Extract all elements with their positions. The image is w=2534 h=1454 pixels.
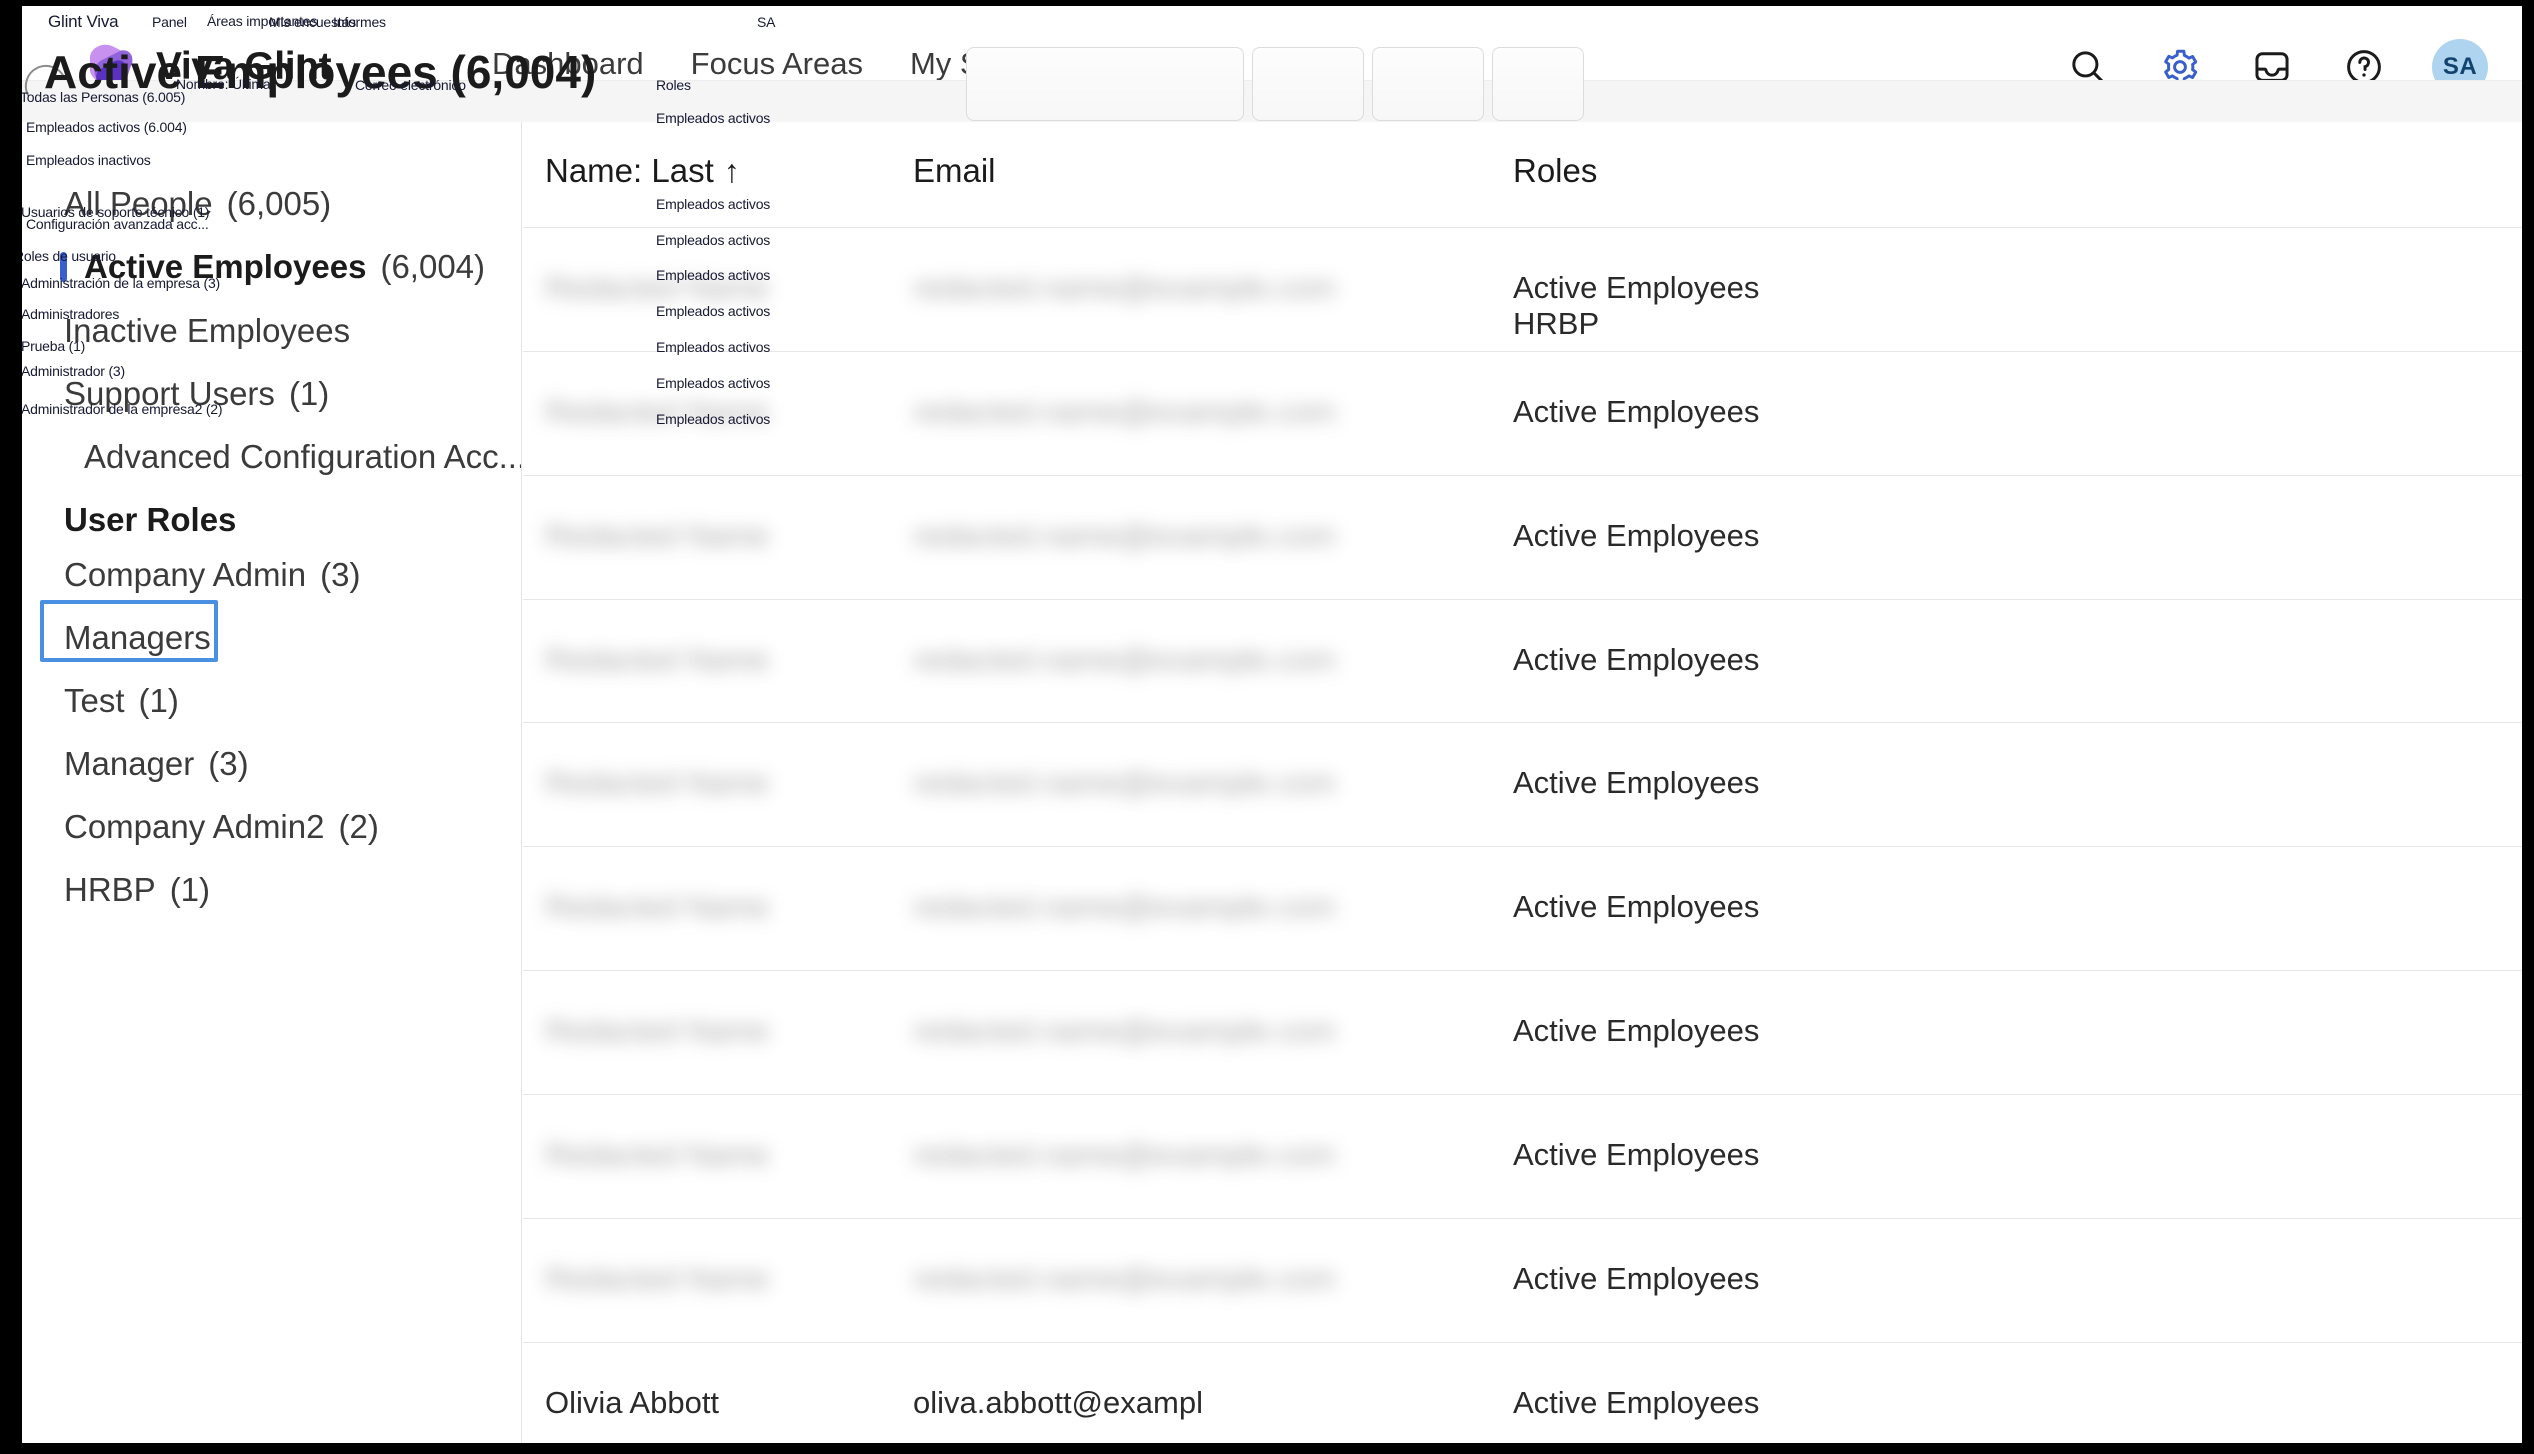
annotation-sidebar-8: Prueba (1) <box>22 338 86 354</box>
sidebar-item-label: Manager <box>64 745 195 782</box>
annotation-roles-cell-5: Empleados activos <box>656 339 771 355</box>
table-header-label: Name: Last <box>545 152 714 189</box>
cell-email: redacted.name@example.com <box>913 270 1336 305</box>
sidebar-item-managers[interactable]: Managers <box>22 612 521 664</box>
cell-name: Redacted Name <box>545 517 770 553</box>
annotation-roles-cell-7: Empleados activos <box>656 411 771 427</box>
table-header-roles[interactable]: Roles <box>1513 152 1597 190</box>
cell-roles: Active Employees <box>1513 765 1760 801</box>
annotation-nav-reports: Informes <box>333 14 386 30</box>
cell-name: Redacted Name <box>545 1260 770 1296</box>
annotation-sidebar-9: Administrador (3) <box>22 363 125 379</box>
cell-name: Redacted Name <box>545 889 770 925</box>
sidebar-item-advanced-configuration-acc[interactable]: Advanced Configuration Acc...(3) <box>22 431 522 483</box>
sidebar-item-label: Managers <box>64 619 211 656</box>
annotation-nav-dashboard: Panel <box>152 14 187 30</box>
annotation-sidebar-10: Administrador de la empresa2 (2) <box>22 401 223 417</box>
annotation-header-roles: Roles <box>656 77 691 93</box>
sidebar-item-company-admin2[interactable]: Company Admin2 (2) <box>22 801 521 853</box>
table-header-label: Email <box>913 152 996 189</box>
cell-roles: Active Employees <box>1513 1384 1760 1420</box>
table-header-label: Roles <box>1513 152 1598 189</box>
sidebar-item-label: Company Admin2 <box>64 808 325 845</box>
sort-asc-arrow-icon: ↑ <box>723 152 740 189</box>
more-actions-button[interactable] <box>1492 47 1584 121</box>
sidebar-item-hrbp[interactable]: HRBP (1) <box>22 864 521 916</box>
annotation-sidebar-7: Administradores <box>22 306 120 322</box>
cell-roles: HRBP <box>1513 306 1600 341</box>
annotation-roles-cell-0: Empleados activos <box>656 110 771 126</box>
table-header-name[interactable]: Name: Last ↑ <box>545 152 740 190</box>
annotation-header-email: Correo electrónico <box>355 77 466 93</box>
cell-name: Redacted Name <box>545 1013 770 1049</box>
cell-email: redacted.name@example.com <box>913 1013 1336 1049</box>
sidebar-item-label: Test <box>64 682 125 719</box>
cell-name: Redacted Name <box>545 641 770 677</box>
annotation-sidebar-6: Administración de la empresa (3) <box>22 275 221 291</box>
annotation-sidebar-2: Empleados inactivos <box>26 152 151 168</box>
cell-email: redacted.name@example.com <box>913 517 1336 553</box>
annotation-header-name: Nombre: Última <box>176 76 271 92</box>
annotation-roles-cell-3: Empleados activos <box>656 267 771 283</box>
cell-name: Redacted Name <box>545 1136 770 1172</box>
annotation-sidebar-1: Empleados activos (6.004) <box>26 119 187 135</box>
annotation-roles-cell-4: Empleados activos <box>656 303 771 319</box>
sidebar-item-manager[interactable]: Manager (3) <box>22 738 521 790</box>
sidebar-item-company-admin[interactable]: Company Admin (3) <box>22 549 521 601</box>
employee-table: Name: Last ↑ Email Roles Redacted Name redact… <box>523 122 2522 1443</box>
cell-email: redacted.name@example.com <box>913 1136 1336 1172</box>
cell-email: redacted.name@example.com <box>913 889 1336 925</box>
annotation-sidebar-4: Configuración avanzada acc... <box>26 216 209 232</box>
cell-roles: Active Employees <box>1513 270 1760 305</box>
screenshot-frame: Viva Glint Dashboard Focus Areas My Surv… <box>0 0 2534 1454</box>
sidebar-item-count: (3) <box>320 556 361 593</box>
sidebar-item-count: (1) <box>138 682 179 719</box>
sidebar-item-label: User Roles <box>64 501 237 538</box>
sidebar-item-user-roles[interactable]: User Roles <box>22 494 521 546</box>
cell-name: Redacted Name <box>545 765 770 801</box>
cell-roles: Active Employees <box>1513 889 1760 925</box>
cell-roles: Active Employees <box>1513 1260 1760 1296</box>
cell-email: redacted.name@example.com <box>913 1260 1336 1296</box>
viva-glint-app: Viva Glint Dashboard Focus Areas My Surv… <box>22 6 2522 1443</box>
annotation-sidebar-0: Todas las Personas (6.005) <box>22 89 186 105</box>
annotation-roles-cell-2: Empleados activos <box>656 232 771 248</box>
annotation-roles-cell-1: Empleados activos <box>656 196 771 212</box>
cell-email: redacted.name@example.com <box>913 641 1336 677</box>
annotation-sidebar-5: Roles de usuario <box>22 248 116 264</box>
annotation-brand: Glint Viva <box>48 12 119 31</box>
annotation-avatar: SA <box>757 14 776 30</box>
search-input[interactable] <box>966 47 1244 121</box>
sidebar-item-label: Advanced Configuration Acc... <box>84 438 522 475</box>
sidebar-item-count: (2) <box>338 808 379 845</box>
sidebar-item-count: (1) <box>288 375 330 412</box>
cell-roles: Active Employees <box>1513 1013 1760 1049</box>
annotation-roles-cell-6: Empleados activos <box>656 375 771 391</box>
cell-email: oliva.abbott@exampl <box>913 1384 1203 1420</box>
cell-email: redacted.name@example.com <box>913 393 1336 429</box>
nav-link-focus-areas[interactable]: Focus Areas <box>691 46 863 82</box>
sidebar-item-label: HRBP <box>64 871 156 908</box>
sidebar-item-count: (3) <box>208 745 249 782</box>
cell-roles: Active Employees <box>1513 1136 1760 1172</box>
sidebar-item-count: (1) <box>169 871 211 908</box>
cell-roles: Active Employees <box>1513 641 1760 677</box>
cell-roles: Active Employees <box>1513 393 1760 429</box>
sidebar-item-count: (6,005) <box>226 185 332 222</box>
sidebar-item-label: Company Admin <box>64 556 307 593</box>
sidebar-item-test[interactable]: Test (1) <box>22 675 521 727</box>
filter-button[interactable] <box>1252 47 1364 121</box>
table-header-email[interactable]: Email <box>913 152 996 190</box>
column-options-button[interactable] <box>1372 47 1484 121</box>
cell-email: redacted.name@example.com <box>913 765 1336 801</box>
cell-name: Olivia Abbott <box>545 1384 720 1420</box>
cell-roles: Active Employees <box>1513 517 1760 553</box>
sidebar-item-count: (6,004) <box>380 248 486 285</box>
